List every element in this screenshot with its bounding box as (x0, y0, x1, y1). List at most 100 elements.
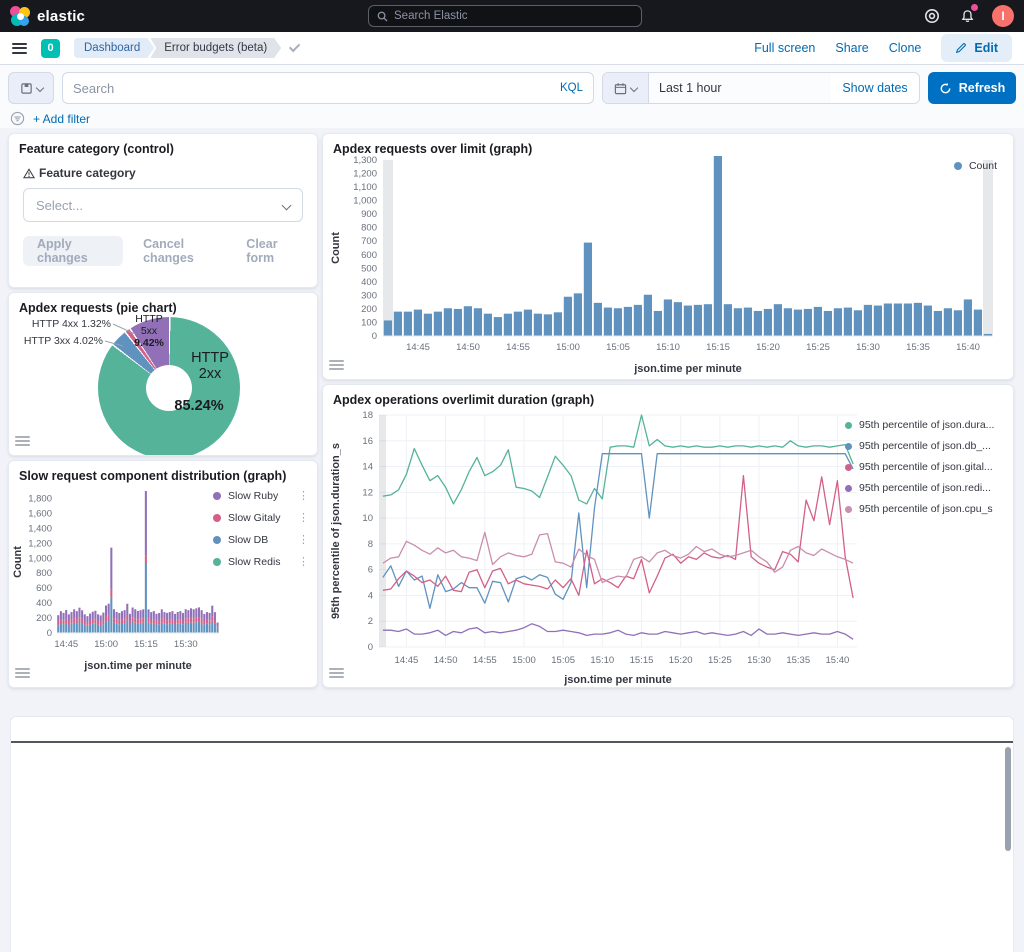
legend-item[interactable]: Slow Redis⋮ (213, 555, 309, 568)
chevron-down-icon (35, 84, 43, 92)
kql-language-button[interactable]: KQL (560, 82, 583, 94)
pie-label-5xx: HTTP 5xx 9.42% (125, 313, 173, 349)
panel-apdex-requests-pie: Apdex requests (pie chart) HTTP 4xx 1.32… (8, 292, 318, 456)
table-scrollbar[interactable] (1005, 747, 1011, 851)
menu-hamburger-icon[interactable] (12, 43, 27, 54)
legend-toggle-icon[interactable] (15, 434, 33, 450)
svg-text:600: 600 (36, 583, 52, 594)
svg-text:16: 16 (362, 436, 373, 447)
kibana-dashboard-app: elastic I 0 Dashboard Error budgets (bet… (0, 0, 1024, 952)
date-picker: Last 1 hour Show dates (602, 72, 920, 104)
svg-text:10: 10 (362, 513, 373, 524)
table-header-row (11, 717, 1013, 743)
svg-text:14:55: 14:55 (473, 655, 497, 666)
clone-button[interactable]: Clone (889, 41, 922, 55)
svg-text:Count: Count (330, 232, 342, 264)
svg-text:json.time per minute: json.time per minute (633, 363, 742, 375)
check-icon (289, 41, 300, 52)
add-filter-button[interactable]: + Add filter (33, 112, 90, 126)
svg-text:900: 900 (361, 209, 377, 220)
svg-text:15:15: 15:15 (630, 655, 654, 666)
svg-text:15:00: 15:00 (94, 639, 118, 650)
space-badge[interactable]: 0 (41, 39, 60, 58)
apply-changes-button[interactable]: Apply changes (23, 236, 123, 266)
legend-item[interactable]: Slow Gitaly⋮ (213, 511, 309, 524)
slow-request-legend: Slow Ruby⋮ Slow Gitaly⋮ Slow DB⋮ Slow Redis… (213, 489, 309, 568)
svg-text:15:15: 15:15 (706, 342, 730, 353)
svg-text:15:20: 15:20 (756, 342, 780, 353)
legend-item[interactable]: 95th percentile of json.db_... (845, 440, 1003, 452)
notifications-bell-icon[interactable] (957, 6, 977, 26)
user-avatar[interactable]: I (992, 5, 1014, 27)
pie-label-2xx-pct: 85.24% (159, 398, 239, 414)
elastic-logo[interactable]: elastic (0, 6, 85, 26)
global-search[interactable] (368, 5, 642, 27)
calendar-icon (614, 82, 627, 95)
svg-text:600: 600 (361, 250, 377, 261)
legend-toggle-icon[interactable] (329, 666, 347, 682)
calendar-menu-button[interactable] (603, 73, 649, 103)
kql-search-input[interactable] (73, 81, 552, 96)
legend-item[interactable]: 95th percentile of json.dura... (845, 419, 1003, 431)
apdex-line-chart[interactable]: 02468101214161814:4514:5014:5515:0015:05… (327, 407, 872, 694)
legend-item[interactable]: 95th percentile of json.redi... (845, 482, 1003, 494)
apdex-bar-chart[interactable]: 01002003004005006007008009001,0001,1001,… (327, 154, 1011, 384)
legend-item[interactable]: 95th percentile of json.cpu_s (845, 503, 1003, 515)
svg-text:8: 8 (368, 539, 373, 550)
legend-dot-icon (213, 536, 221, 544)
share-button[interactable]: Share (835, 41, 868, 55)
svg-text:500: 500 (361, 263, 377, 274)
control-field-label: Feature category (39, 166, 136, 180)
query-bar: KQL Last 1 hour Show dates Refresh + Add… (0, 65, 1024, 128)
svg-text:15:35: 15:35 (786, 655, 810, 666)
legend-dot-icon (845, 485, 852, 492)
legend-item[interactable]: Count (954, 160, 997, 172)
svg-text:1,000: 1,000 (353, 196, 377, 207)
saved-query-menu-button[interactable] (8, 72, 54, 104)
svg-text:1,600: 1,600 (28, 508, 52, 519)
svg-text:15:40: 15:40 (826, 655, 850, 666)
breadcrumb: Dashboard Error budgets (beta) (74, 38, 281, 58)
time-range-value[interactable]: Last 1 hour (649, 73, 831, 103)
legend-dot-icon (845, 464, 852, 471)
clear-form-button[interactable]: Clear form (240, 237, 303, 265)
legend-toggle-icon[interactable] (15, 666, 33, 682)
cancel-changes-button[interactable]: Cancel changes (137, 237, 226, 265)
svg-text:15:15: 15:15 (134, 639, 158, 650)
svg-text:0: 0 (372, 331, 377, 342)
kql-search-box[interactable]: KQL (62, 72, 594, 104)
legend-actions-icon[interactable]: ⋮ (298, 511, 309, 524)
global-search-input[interactable] (394, 10, 633, 22)
slow-request-stacked-chart[interactable]: 02004006008001,0001,2001,4001,6001,80014… (11, 485, 223, 686)
feature-category-select[interactable]: Select... (23, 188, 303, 222)
full-screen-button[interactable]: Full screen (754, 41, 815, 55)
panel-apdex-requests-over-limit: Apdex requests over limit (graph) 010020… (322, 133, 1014, 380)
show-dates-button[interactable]: Show dates (831, 73, 919, 103)
svg-text:15:10: 15:10 (656, 342, 680, 353)
legend-actions-icon[interactable]: ⋮ (298, 555, 309, 568)
legend-actions-icon[interactable]: ⋮ (298, 489, 309, 502)
refresh-button[interactable]: Refresh (928, 72, 1016, 104)
legend-item[interactable]: Slow Ruby⋮ (213, 489, 309, 502)
breadcrumb-dashboard[interactable]: Dashboard (74, 38, 154, 58)
brand-name: elastic (37, 8, 85, 25)
legend-toggle-icon[interactable] (329, 358, 347, 374)
svg-text:300: 300 (361, 290, 377, 301)
legend-item[interactable]: Slow DB⋮ (213, 533, 309, 546)
svg-text:0: 0 (368, 642, 373, 653)
legend-item[interactable]: 95th percentile of json.gital... (845, 461, 1003, 473)
panel-title: Apdex requests (pie chart) (9, 293, 317, 315)
apdex-bar-legend: Count (954, 160, 997, 172)
legend-actions-icon[interactable]: ⋮ (298, 533, 309, 546)
saved-query-icon (20, 82, 33, 95)
help-icon[interactable] (922, 6, 942, 26)
svg-text:800: 800 (36, 568, 52, 579)
panel-apdex-operations-table (4, 692, 1020, 952)
legend-dot-icon (845, 422, 852, 429)
breadcrumb-current[interactable]: Error budgets (beta) (150, 38, 281, 58)
legend-dot-icon (213, 492, 221, 500)
svg-text:15:30: 15:30 (747, 655, 771, 666)
filter-options-icon[interactable] (10, 111, 25, 126)
warning-triangle-icon (23, 168, 35, 179)
edit-button[interactable]: Edit (941, 34, 1012, 62)
